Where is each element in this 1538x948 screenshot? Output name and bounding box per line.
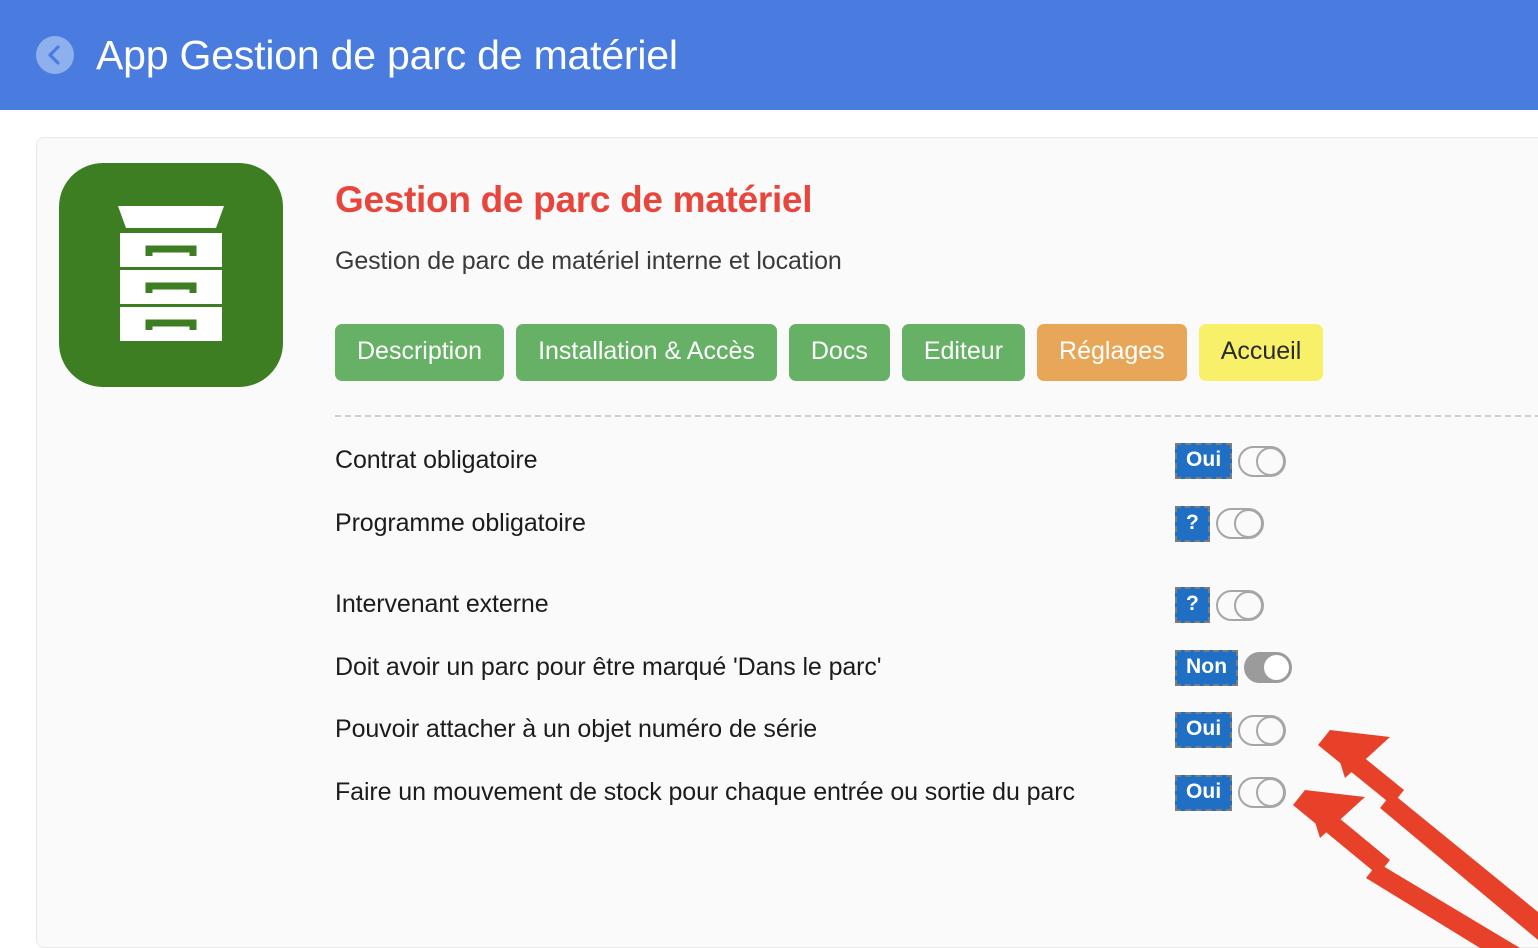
setting-control: Non <box>1175 649 1293 686</box>
section-divider <box>335 415 1538 417</box>
setting-row-programme-obligatoire: Programme obligatoire ? <box>335 504 1538 544</box>
toggle-switch[interactable] <box>1244 652 1293 684</box>
setting-row-attacher-numero-de-serie: Pouvoir attacher à un objet numéro de sé… <box>335 710 1538 750</box>
setting-control: ? <box>1175 587 1264 624</box>
toggle-switch[interactable] <box>1215 508 1264 540</box>
setting-row-mouvement-de-stock: Faire un mouvement de stock pour chaque … <box>335 773 1538 813</box>
setting-control: Oui <box>1175 712 1287 749</box>
app-icon <box>59 163 283 387</box>
setting-label: Pouvoir attacher à un objet numéro de sé… <box>335 715 818 743</box>
tab-editeur[interactable]: Editeur <box>901 324 1026 381</box>
toggle-switch[interactable] <box>1215 589 1264 621</box>
setting-control: Oui <box>1175 443 1287 480</box>
app-subtitle: Gestion de parc de matériel interne et l… <box>335 246 842 275</box>
setting-label: Faire un mouvement de stock pour chaque … <box>335 777 1075 806</box>
app-heading-block: Gestion de parc de matériel Gestion de p… <box>335 179 1538 276</box>
setting-row-doit-avoir-un-parc: Doit avoir un parc pour être marqué 'Dan… <box>335 648 1538 688</box>
back-button[interactable] <box>36 36 74 74</box>
settings-list: Contrat obligatoire Oui Programme obliga… <box>335 441 1538 812</box>
toggle-knob <box>1233 509 1263 539</box>
status-badge[interactable]: ? <box>1175 587 1210 624</box>
status-badge[interactable]: ? <box>1175 505 1210 542</box>
app-detail-card: Gestion de parc de matériel Gestion de p… <box>36 137 1538 948</box>
setting-row-intervenant-externe: Intervenant externe ? <box>335 585 1538 625</box>
setting-label: Programme obligatoire <box>335 508 586 537</box>
tab-installation[interactable]: Installation & Accès <box>516 324 777 381</box>
chevron-left-circle-icon <box>43 43 67 67</box>
tab-reglages[interactable]: Réglages <box>1037 324 1187 381</box>
setting-control: ? <box>1175 505 1264 542</box>
toggle-knob <box>1256 778 1286 808</box>
status-badge[interactable]: Oui <box>1175 443 1233 480</box>
setting-control: Oui <box>1175 774 1287 811</box>
setting-label: Intervenant externe <box>335 590 549 618</box>
setting-label: Doit avoir un parc pour être marqué 'Dan… <box>335 652 882 681</box>
status-badge[interactable]: Oui <box>1175 774 1233 811</box>
toggle-switch[interactable] <box>1238 445 1287 477</box>
status-badge[interactable]: Oui <box>1175 712 1233 749</box>
file-cabinet-icon <box>112 206 230 344</box>
tab-description[interactable]: Description <box>335 324 505 381</box>
status-badge[interactable]: Non <box>1175 649 1239 686</box>
toggle-knob <box>1233 590 1263 620</box>
tab-accueil[interactable]: Accueil <box>1198 324 1324 381</box>
toggle-knob <box>1262 653 1292 683</box>
app-tab-buttons: Description Installation & Accès Docs Ed… <box>335 324 1324 381</box>
toggle-knob <box>1256 446 1286 476</box>
page-title: App Gestion de parc de matériel <box>96 31 678 78</box>
tab-docs[interactable]: Docs <box>788 324 890 381</box>
page-root: App Gestion de parc de matériel Gestion … <box>0 0 1538 948</box>
setting-label: Contrat obligatoire <box>335 446 538 474</box>
app-header-bar: App Gestion de parc de matériel <box>0 0 1538 110</box>
app-title: Gestion de parc de matériel <box>335 179 813 220</box>
toggle-knob <box>1256 715 1286 745</box>
setting-row-contrat-obligatoire: Contrat obligatoire Oui <box>335 441 1538 481</box>
toggle-switch[interactable] <box>1238 714 1287 746</box>
toggle-switch[interactable] <box>1238 777 1287 809</box>
